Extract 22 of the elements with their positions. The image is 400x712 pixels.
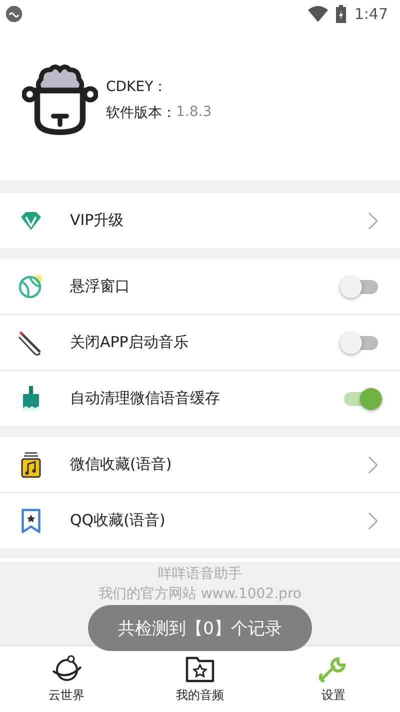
settings-row[interactable]: 悬浮窗口 xyxy=(0,259,400,314)
settings-row[interactable]: QQ收藏(语音) xyxy=(0,493,400,548)
settings-row[interactable]: 关闭APP启动音乐 xyxy=(0,315,400,370)
nav-tab[interactable]: 设置 xyxy=(293,654,374,704)
website-text: 我们的官方网站 www.1002.pro xyxy=(98,585,302,604)
toast-message: 共检测到【0】个记录 xyxy=(88,605,312,651)
nav-tab[interactable]: 云世界 xyxy=(26,654,107,704)
settings-row[interactable]: 自动清理微信语音缓存 xyxy=(0,371,400,426)
row-label: VIP升级 xyxy=(70,211,125,230)
settings-row[interactable]: 微信收藏(语音) xyxy=(0,437,400,492)
cdkey-label: CDKEY： xyxy=(106,78,168,96)
version-number: 1.8.3 xyxy=(176,104,212,122)
clock-time: 1:47 xyxy=(354,5,388,23)
version-label: 软件版本： xyxy=(106,104,176,122)
nav-tab[interactable]: 我的音频 xyxy=(160,654,240,704)
row-label: 悬浮窗口 xyxy=(70,277,131,296)
settings-row[interactable]: VIP升级 xyxy=(0,193,400,248)
row-label: 关闭APP启动音乐 xyxy=(70,333,190,352)
app-name: 咩咩语音助手 xyxy=(158,565,242,584)
row-label: 自动清理微信语音缓存 xyxy=(70,389,221,408)
row-label: QQ收藏(语音) xyxy=(70,511,166,530)
row-label: 微信收藏(语音) xyxy=(70,455,173,474)
